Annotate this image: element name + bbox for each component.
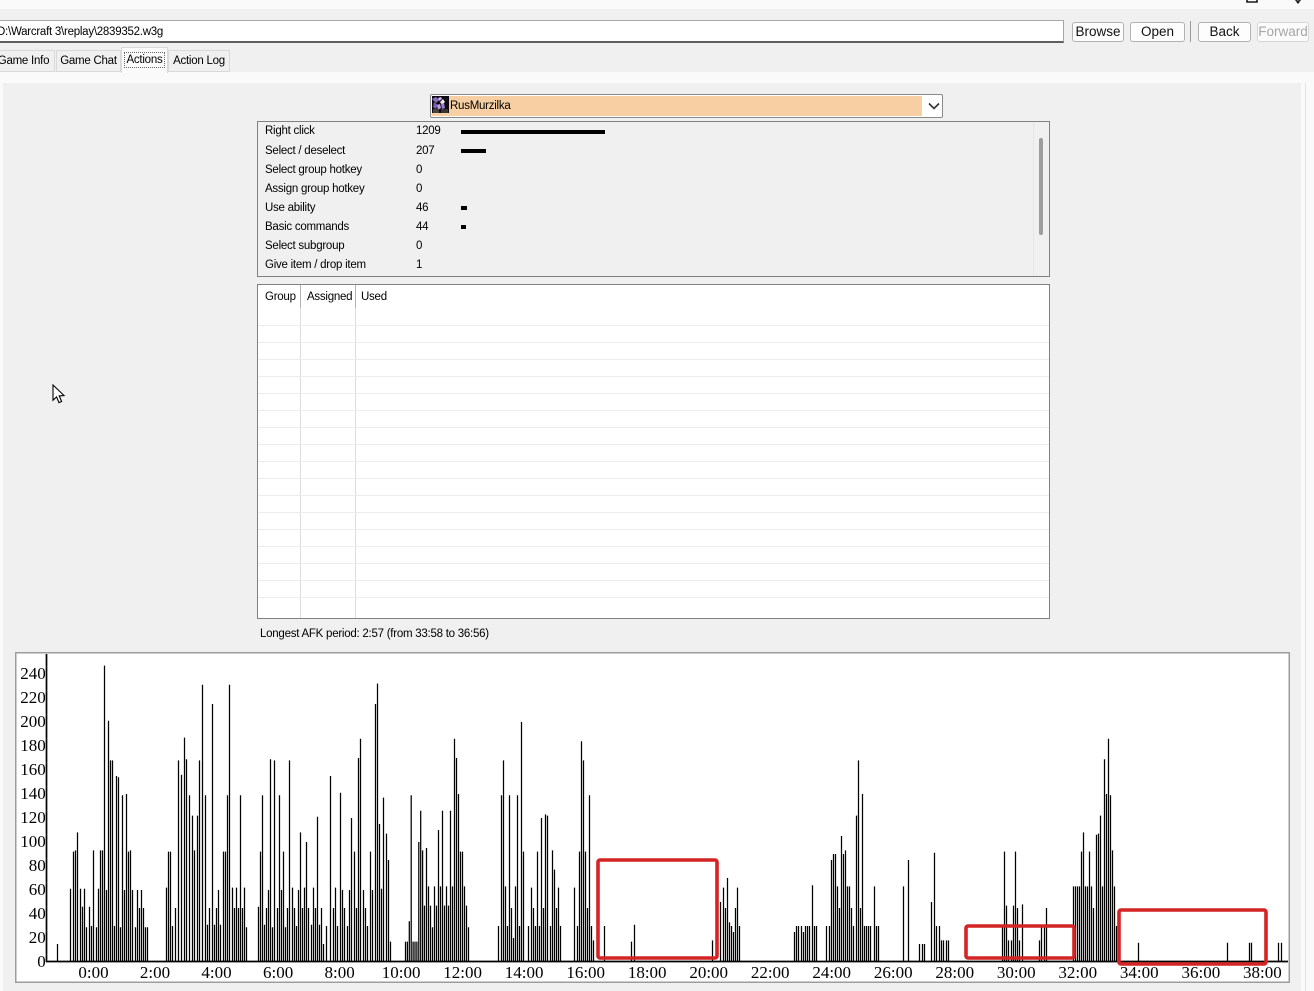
svg-text:40: 40 [29, 904, 46, 923]
svg-text:18:00: 18:00 [628, 963, 667, 982]
svg-text:28:00: 28:00 [935, 963, 974, 982]
svg-text:6:00: 6:00 [263, 963, 293, 982]
svg-text:8:00: 8:00 [324, 963, 354, 982]
svg-text:32:00: 32:00 [1058, 963, 1097, 982]
svg-text:80: 80 [29, 856, 46, 875]
svg-text:12:00: 12:00 [443, 963, 482, 982]
svg-text:10:00: 10:00 [382, 963, 421, 982]
svg-text:140: 140 [20, 784, 46, 803]
svg-text:0: 0 [37, 952, 46, 971]
svg-text:14:00: 14:00 [505, 963, 544, 982]
svg-text:160: 160 [20, 760, 46, 779]
svg-text:60: 60 [29, 880, 46, 899]
svg-text:100: 100 [20, 832, 46, 851]
svg-text:24:00: 24:00 [812, 963, 851, 982]
svg-text:180: 180 [20, 736, 46, 755]
svg-text:20: 20 [29, 928, 46, 947]
svg-text:2:00: 2:00 [140, 963, 170, 982]
svg-text:200: 200 [20, 712, 46, 731]
svg-text:22:00: 22:00 [751, 963, 790, 982]
svg-text:20:00: 20:00 [689, 963, 728, 982]
svg-text:0:00: 0:00 [78, 963, 108, 982]
svg-text:30:00: 30:00 [997, 963, 1036, 982]
svg-text:4:00: 4:00 [201, 963, 231, 982]
svg-text:34:00: 34:00 [1120, 963, 1159, 982]
svg-text:38:00: 38:00 [1243, 963, 1282, 982]
svg-text:120: 120 [20, 808, 46, 827]
svg-text:220: 220 [20, 688, 46, 707]
svg-text:16:00: 16:00 [566, 963, 605, 982]
svg-text:26:00: 26:00 [874, 963, 913, 982]
svg-text:36:00: 36:00 [1182, 963, 1221, 982]
svg-text:240: 240 [20, 664, 46, 683]
